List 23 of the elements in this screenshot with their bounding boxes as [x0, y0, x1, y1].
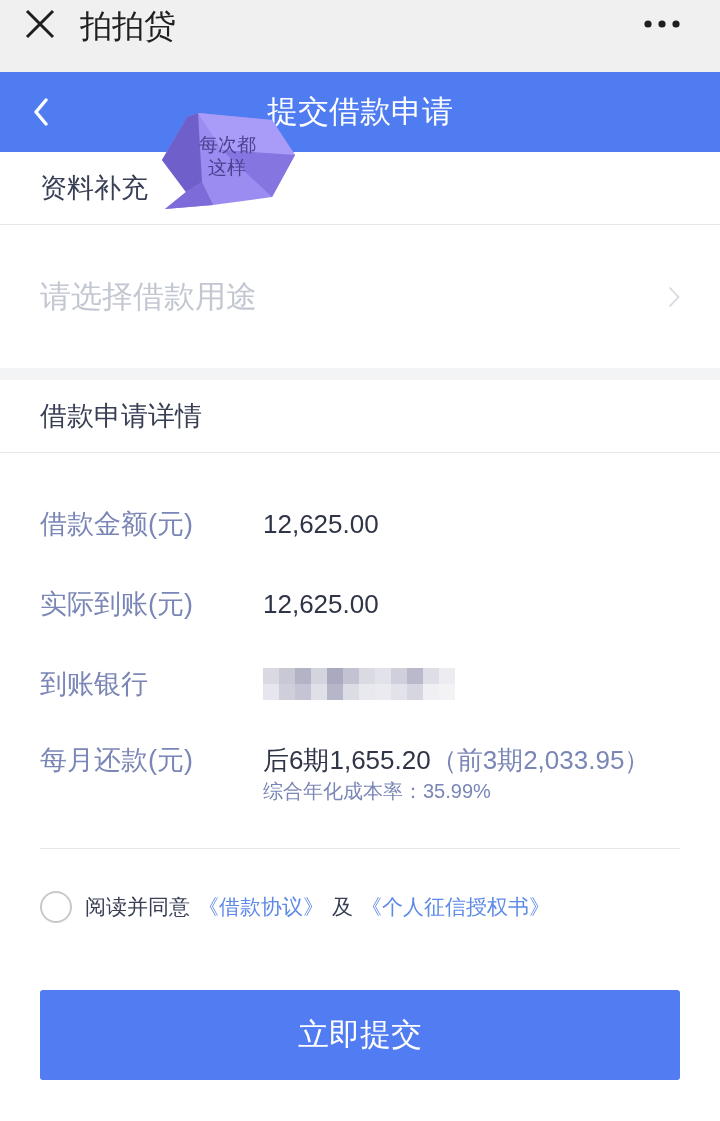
- agreement-link[interactable]: 《个人征信授权书》: [361, 895, 550, 918]
- section-title: 资料补充: [40, 172, 148, 205]
- field-label: 实际到账(元): [40, 588, 194, 621]
- field-value: 后6期1,655.20: [263, 744, 431, 776]
- sticker-text: 每次都这样: [197, 133, 257, 179]
- agreement-text: 阅读并同意 《借款协议》 及 《个人征信授权书》: [85, 894, 551, 920]
- page-title: 提交借款申请: [267, 93, 453, 131]
- rate-note: 综合年化成本率：35.99%: [263, 779, 492, 804]
- field-value-note: （前3期2,033.95）: [430, 744, 651, 776]
- more-icon[interactable]: [644, 20, 680, 28]
- chevron-right-icon: [668, 285, 680, 308]
- field-value: 12,625.00: [263, 588, 379, 620]
- field-label: 到账银行: [40, 668, 149, 701]
- close-icon[interactable]: [25, 9, 55, 39]
- back-icon[interactable]: [33, 98, 49, 126]
- submit-button[interactable]: 立即提交: [40, 990, 680, 1080]
- field-value: 12,625.00: [263, 508, 379, 540]
- app-title: 拍拍贷: [80, 7, 176, 46]
- section-title: 借款申请详情: [40, 400, 202, 433]
- field-label: 借款金额(元): [40, 508, 194, 541]
- field-label: 每月还款(元): [40, 744, 194, 776]
- agreement-link[interactable]: 《借款协议》: [198, 895, 324, 918]
- agree-checkbox[interactable]: [40, 891, 72, 923]
